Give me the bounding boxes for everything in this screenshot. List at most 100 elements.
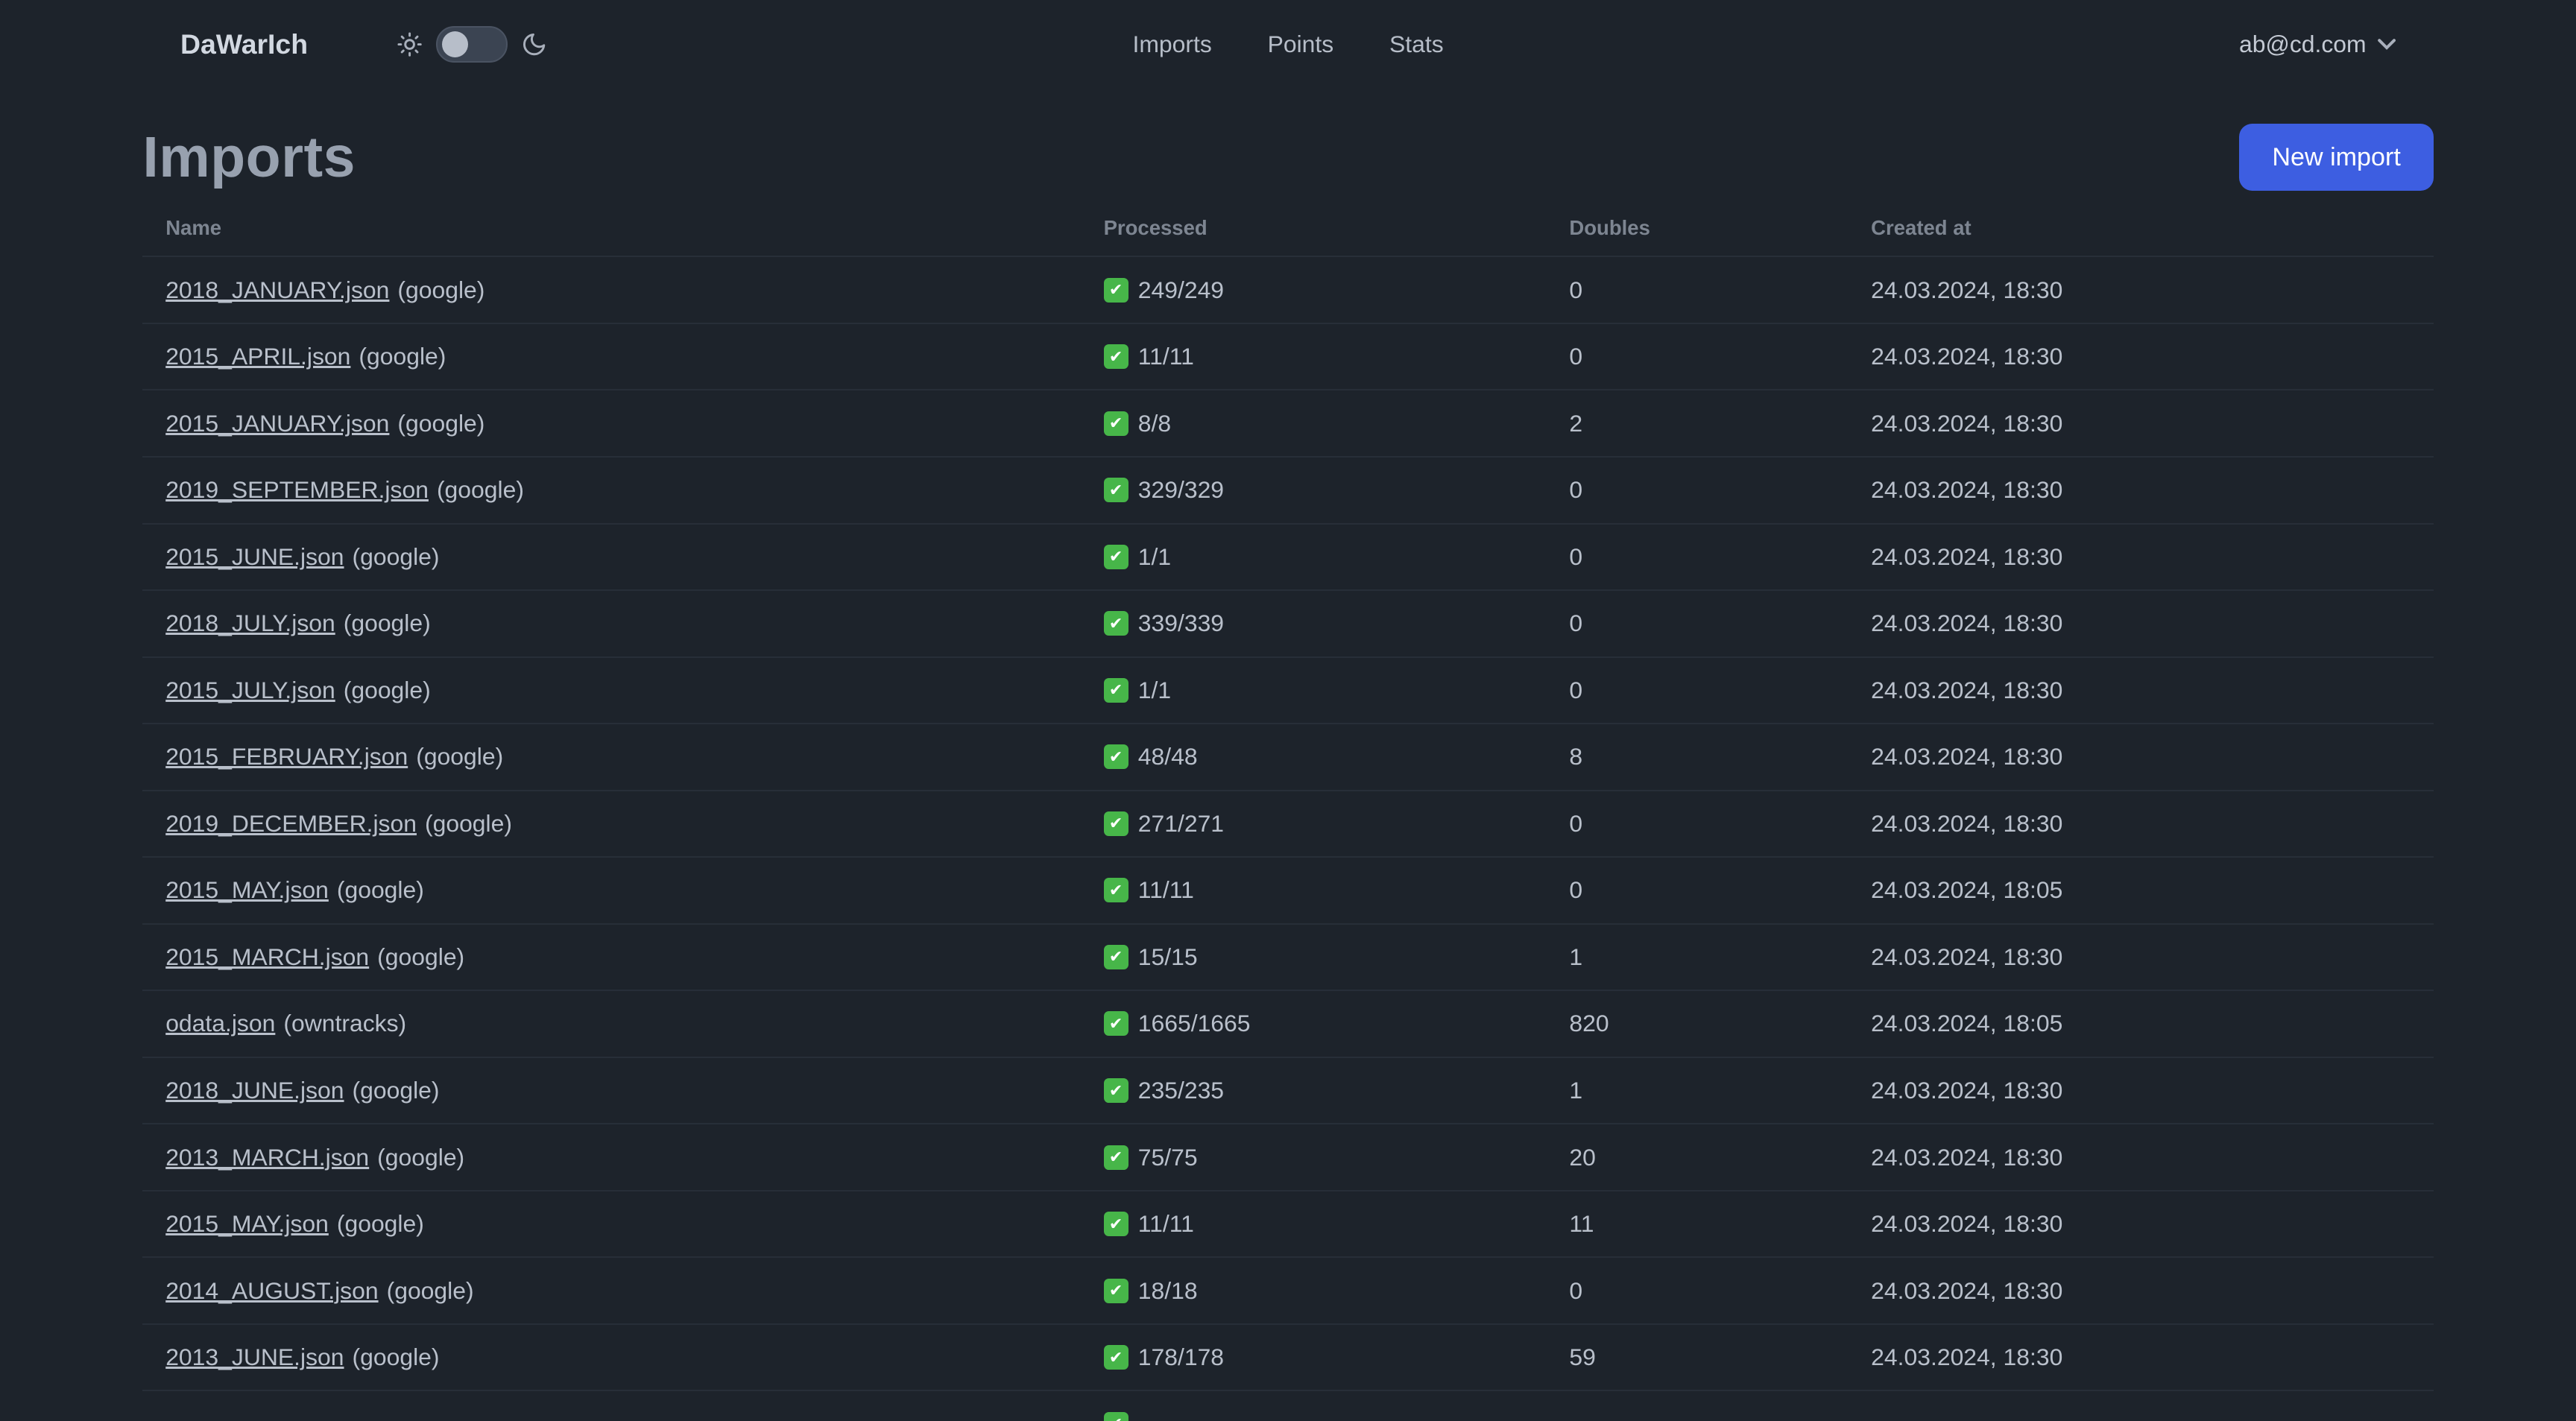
processed-cell: ✔ 8/8 xyxy=(1081,410,1547,437)
created-at: 24.03.2024, 18:30 xyxy=(1871,1143,2063,1171)
processed-cell: ✔ 15/15 xyxy=(1081,943,1547,971)
import-file-link[interactable]: 2015_JULY.json xyxy=(165,677,335,703)
name-cell: 2018_JUNE.json (google) xyxy=(142,1077,1080,1104)
import-source: (google) xyxy=(352,542,440,570)
navbar: DaWarIch Imports Points Stats ab@cd.com xyxy=(0,0,2576,89)
nav-link-stats[interactable]: Stats xyxy=(1389,31,1444,58)
import-file-link[interactable]: 2013_MARCH.json xyxy=(165,1144,369,1171)
processed-count: 1/1 xyxy=(1137,542,1172,570)
import-file-link[interactable]: 2015_MARCH.json xyxy=(165,943,369,970)
name-cell: 2015_APRIL.json (google) xyxy=(142,343,1080,370)
processed-cell: ✔ xyxy=(1081,1411,1547,1421)
created-at: 24.03.2024, 18:30 xyxy=(1871,1210,2063,1238)
user-menu[interactable]: ab@cd.com xyxy=(2239,31,2396,58)
navbar-left: DaWarIch xyxy=(180,26,547,63)
processed-count: 249/249 xyxy=(1137,276,1225,303)
new-import-button[interactable]: New import xyxy=(2239,124,2434,192)
success-check-icon: ✔ xyxy=(1103,1278,1128,1303)
doubles-count: 11 xyxy=(1569,1210,1594,1238)
import-file-link[interactable]: 2018_JULY.json xyxy=(165,610,335,636)
processed-count: 271/271 xyxy=(1137,809,1225,837)
name-cell: 2018_JANUARY.json (google) xyxy=(142,276,1080,304)
created-at: 24.03.2024, 18:30 xyxy=(1871,610,2063,637)
doubles-count: 59 xyxy=(1569,1344,1596,1371)
column-header-name: Name xyxy=(165,215,222,239)
table-row: 2015_JUNE.json (google) ✔ 1/1 0 24.03.202… xyxy=(142,525,2434,592)
nav-link-imports[interactable]: Imports xyxy=(1132,31,1211,58)
column-header-processed: Processed xyxy=(1103,215,1208,239)
import-source: (google) xyxy=(424,809,512,837)
doubles-count: 1 xyxy=(1569,1077,1583,1104)
import-file-link[interactable]: 2015_FEBRUARY.json xyxy=(165,743,408,770)
processed-count: 75/75 xyxy=(1137,1143,1198,1171)
success-check-icon: ✔ xyxy=(1103,344,1128,370)
name-cell: 2013_MARCH.json (google) xyxy=(142,1144,1080,1171)
table-row: 2015_MAY.json (google) ✔ 11/11 0 24.03.20… xyxy=(142,858,2434,925)
table-row: 2015_MARCH.json (google) ✔ 15/15 1 24.03.… xyxy=(142,925,2434,992)
processed-cell: ✔ 235/235 xyxy=(1081,1077,1547,1104)
import-source: (google) xyxy=(397,409,485,437)
table-row: 2018_JUNE.json (google) ✔ 235/235 1 24.03… xyxy=(142,1058,2434,1125)
processed-cell: ✔ 11/11 xyxy=(1081,343,1547,370)
import-file-link[interactable]: odata.json xyxy=(165,1010,275,1037)
table-row: ✔ xyxy=(142,1391,2433,1421)
created-at: 24.03.2024, 18:30 xyxy=(1871,809,2063,837)
doubles-count: 0 xyxy=(1569,809,1583,837)
import-file-link[interactable]: 2015_JANUARY.json xyxy=(165,410,389,437)
processed-count: 329/329 xyxy=(1137,476,1225,504)
created-at: 24.03.2024, 18:30 xyxy=(1871,1077,2063,1104)
import-file-link[interactable]: 2013_JUNE.json xyxy=(165,1344,344,1370)
nav-link-points[interactable]: Points xyxy=(1268,31,1334,58)
main-content: Imports New import Name Processed Double… xyxy=(142,115,2434,1421)
brand-logo[interactable]: DaWarIch xyxy=(180,28,308,60)
doubles-count: 0 xyxy=(1569,343,1583,370)
processed-count: 339/339 xyxy=(1137,610,1225,637)
import-file-link[interactable]: 2015_APRIL.json xyxy=(165,343,350,370)
doubles-count: 8 xyxy=(1569,743,1583,770)
name-cell: 2014_AUGUST.json (google) xyxy=(142,1277,1080,1305)
import-file-link[interactable]: 2015_JUNE.json xyxy=(165,543,344,570)
processed-count: 18/18 xyxy=(1137,1276,1198,1304)
import-file-link[interactable]: 2018_JUNE.json xyxy=(165,1077,344,1104)
user-email: ab@cd.com xyxy=(2238,30,2367,57)
theme-toggle-switch[interactable] xyxy=(435,26,508,63)
success-check-icon: ✔ xyxy=(1103,878,1128,903)
table-row: 2014_AUGUST.json (google) ✔ 18/18 0 24.03… xyxy=(142,1258,2434,1325)
table-row: odata.json (owntracks) ✔ 1665/1665 820 24… xyxy=(142,991,2434,1058)
import-file-link[interactable]: 2019_SEPTEMBER.json xyxy=(165,476,429,503)
name-cell: 2018_JULY.json (google) xyxy=(142,610,1080,637)
import-file-link[interactable]: 2014_AUGUST.json xyxy=(165,1277,378,1304)
table-row: 2015_APRIL.json (google) ✔ 11/11 0 24.03.… xyxy=(142,324,2434,391)
processed-cell: ✔ 11/11 xyxy=(1081,1210,1547,1238)
import-file-link[interactable]: 2015_MAY.json xyxy=(165,876,329,903)
processed-cell: ✔ 271/271 xyxy=(1081,810,1547,838)
doubles-count: 0 xyxy=(1569,676,1583,703)
import-source: (google) xyxy=(386,1276,474,1304)
created-at: 24.03.2024, 18:30 xyxy=(1871,676,2063,703)
sun-icon xyxy=(397,31,423,57)
page-header: Imports New import xyxy=(142,115,2434,200)
created-at: 24.03.2024, 18:30 xyxy=(1871,1344,2063,1371)
success-check-icon: ✔ xyxy=(1103,744,1128,770)
table-row: 2018_JANUARY.json (google) ✔ 249/249 0 24… xyxy=(142,257,2434,324)
success-check-icon: ✔ xyxy=(1103,277,1128,303)
column-header-doubles: Doubles xyxy=(1569,215,1650,239)
import-file-link[interactable]: 2019_DECEMBER.json xyxy=(165,810,417,837)
success-check-icon: ✔ xyxy=(1103,411,1128,436)
name-cell: 2015_JULY.json (google) xyxy=(142,677,1080,704)
doubles-count: 0 xyxy=(1569,610,1583,637)
main-nav: Imports Points Stats xyxy=(1132,0,1443,89)
doubles-count: 20 xyxy=(1569,1143,1596,1171)
success-check-icon: ✔ xyxy=(1103,1078,1128,1104)
table-row: 2019_SEPTEMBER.json (google) ✔ 329/329 0 … xyxy=(142,458,2434,525)
created-at: 24.03.2024, 18:05 xyxy=(1871,1010,2063,1037)
name-cell: odata.json (owntracks) xyxy=(142,1010,1080,1037)
import-file-link[interactable]: 2018_JANUARY.json xyxy=(165,276,389,303)
import-source: (google) xyxy=(336,1210,424,1238)
success-check-icon: ✔ xyxy=(1103,1011,1128,1037)
table-row: 2013_JUNE.json (google) ✔ 178/178 59 24.0… xyxy=(142,1325,2434,1392)
theme-toggle-knob xyxy=(442,31,469,57)
created-at: 24.03.2024, 18:30 xyxy=(1871,476,2063,504)
import-source: (google) xyxy=(343,676,431,703)
import-file-link[interactable]: 2015_MAY.json xyxy=(165,1210,329,1237)
